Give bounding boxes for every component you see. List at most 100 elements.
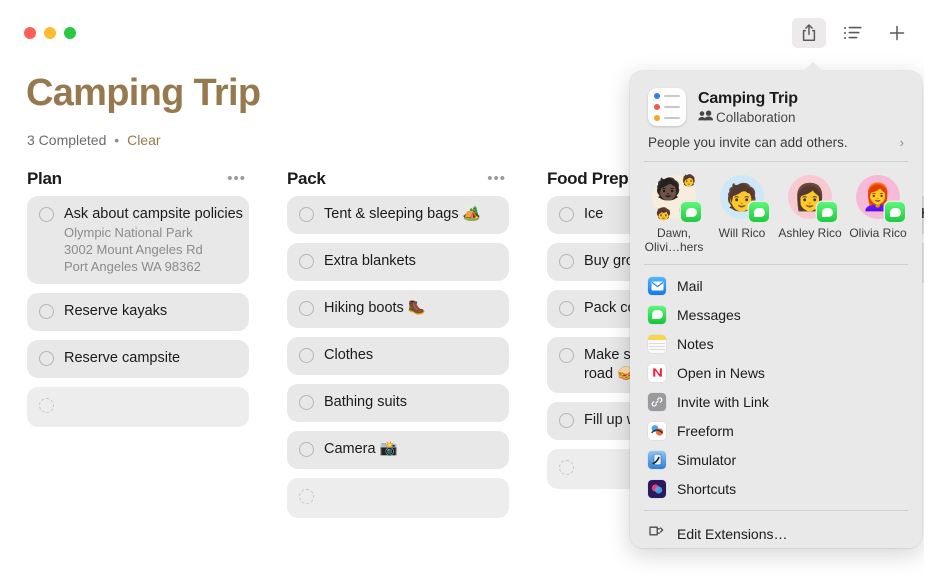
messages-badge-icon	[749, 202, 769, 222]
participant[interactable]: 👩‍🦰 Olivia Rico	[846, 175, 910, 254]
reminder-checkbox[interactable]	[559, 413, 574, 428]
participant-name: Ashley Rico	[778, 226, 842, 240]
reminder-list: Tent & sleeping bags 🏕️ Extra blankets Hik…	[268, 196, 528, 518]
reminder-item[interactable]: Bathing suits	[287, 384, 509, 422]
popover-arrow	[802, 62, 824, 72]
share-menu-item-messages[interactable]: Messages	[630, 300, 922, 329]
column-more-button[interactable]: •••	[487, 171, 506, 186]
toolbar	[792, 18, 914, 48]
messages-badge-icon	[681, 202, 701, 222]
traffic-lights	[24, 27, 76, 39]
popover-title: Camping Trip	[698, 89, 798, 107]
reminder-body: Reserve campsite	[64, 349, 180, 368]
share-menu-item-shortcuts[interactable]: Shortcuts	[630, 474, 922, 503]
add-button[interactable]	[880, 18, 914, 48]
reminder-body: Tent & sleeping bags 🏕️	[324, 205, 481, 224]
reminder-item[interactable]: Ask about campsite policies Olympic Natio…	[27, 196, 249, 284]
new-reminder-row[interactable]	[287, 478, 509, 518]
share-menu-item-label: Open in News	[677, 364, 765, 381]
reminder-body: Camera 📸	[324, 440, 398, 459]
share-menu-item-simulator[interactable]: Simulator	[630, 445, 922, 474]
column-header: Pack •••	[268, 161, 528, 196]
avatar[interactable]: 👩	[788, 175, 837, 222]
link-icon	[648, 392, 666, 411]
share-menu-item-open-in-news[interactable]: Open in News	[630, 358, 922, 387]
reminder-item[interactable]: Reserve kayaks	[27, 293, 249, 331]
avatar[interactable]: 🧑🏿🧑🧒👩	[652, 175, 701, 222]
reminder-checkbox[interactable]	[299, 254, 314, 269]
participant[interactable]: 🧑 Will Rico	[710, 175, 774, 254]
people-icon	[698, 110, 714, 125]
share-menu-item-freeform[interactable]: Freeform	[630, 416, 922, 445]
reminder-item[interactable]: Camera 📸	[287, 431, 509, 469]
share-menu-item-label: Freeform	[677, 422, 734, 439]
column-title: Food Prep	[547, 168, 629, 188]
column-more-button[interactable]: •••	[227, 171, 246, 186]
extensions-icon	[648, 523, 666, 544]
reminder-checkbox[interactable]	[559, 460, 574, 475]
reminder-item[interactable]: Clothes	[287, 337, 509, 375]
reminder-checkbox[interactable]	[559, 301, 574, 316]
participant[interactable]: 👩 Ashley Rico	[778, 175, 842, 254]
reminder-checkbox[interactable]	[559, 348, 574, 363]
reminder-item[interactable]: Tent & sleeping bags 🏕️	[287, 196, 509, 234]
clear-button[interactable]: Clear	[127, 132, 160, 148]
new-reminder-row[interactable]	[27, 387, 249, 427]
chevron-right-icon: ›	[899, 135, 904, 150]
reminder-title: Ask about campsite policies	[64, 206, 243, 222]
reminder-note: 3002 Mount Angeles Rd	[64, 242, 203, 257]
participant-name: Dawn, Olivi…hers	[644, 226, 704, 254]
close-button[interactable]	[24, 27, 36, 39]
share-menu-item-invite-with-link[interactable]: Invite with Link	[630, 387, 922, 416]
participant[interactable]: 🧑🏿🧑🧒👩 Dawn, Olivi…hers	[642, 175, 706, 254]
avatar[interactable]: 🧑	[720, 175, 769, 222]
reminder-checkbox[interactable]	[559, 254, 574, 269]
column-title: Plan	[27, 168, 62, 188]
list-view-button[interactable]	[836, 18, 870, 48]
share-menu-item-label: Simulator	[677, 451, 737, 468]
edit-extensions-item[interactable]: Edit Extensions…	[630, 519, 922, 548]
reminder-checkbox[interactable]	[559, 207, 574, 222]
reminder-checkbox[interactable]	[299, 395, 314, 410]
reminder-title: Hiking boots 🥾	[324, 300, 426, 316]
share-menu-item-notes[interactable]: Notes	[630, 329, 922, 358]
reminder-checkbox[interactable]	[299, 489, 314, 504]
reminder-title: Clothes	[324, 347, 374, 363]
reminder-item[interactable]: Extra blankets	[287, 243, 509, 281]
list-bullet-icon	[843, 24, 863, 42]
reminder-body: Hiking boots 🥾	[324, 299, 426, 318]
status-separator: •	[114, 132, 120, 148]
avatar[interactable]: 👩‍🦰	[856, 175, 905, 222]
reminder-checkbox[interactable]	[39, 398, 54, 413]
list-status: 3 Completed • Clear	[27, 132, 161, 148]
minimize-button[interactable]	[44, 27, 56, 39]
reminder-checkbox[interactable]	[299, 442, 314, 457]
reminders-app-icon	[648, 88, 686, 126]
reminder-checkbox[interactable]	[299, 301, 314, 316]
reminder-body: Clothes	[324, 346, 373, 365]
messages-badge-icon	[885, 202, 905, 222]
reminder-list: Ask about campsite policies Olympic Natio…	[8, 196, 268, 427]
reminder-checkbox[interactable]	[39, 304, 54, 319]
popover-header: Camping Trip Collaboration	[630, 71, 922, 126]
participant-name: Will Rico	[718, 226, 766, 240]
share-menu-item-label: Mail	[677, 277, 703, 294]
reminder-checkbox[interactable]	[39, 351, 54, 366]
column-plan: Plan ••• Ask about campsite policies Olympi…	[8, 161, 268, 580]
share-menu-item-mail[interactable]: Mail	[630, 271, 922, 300]
reminder-item[interactable]: Reserve campsite	[27, 340, 249, 378]
reminder-checkbox[interactable]	[299, 207, 314, 222]
reminder-title: Tent & sleeping bags 🏕️	[324, 206, 481, 222]
share-button[interactable]	[792, 18, 826, 48]
reminder-body: Ask about campsite policies Olympic Natio…	[64, 205, 243, 275]
reminder-body: Bathing suits	[324, 393, 407, 412]
reminder-checkbox[interactable]	[299, 348, 314, 363]
reminder-title: Reserve campsite	[64, 350, 181, 366]
news-app-icon	[648, 363, 666, 382]
popover-subtitle-row: Collaboration	[698, 110, 798, 125]
reminder-checkbox[interactable]	[39, 207, 54, 222]
reminder-item[interactable]: Hiking boots 🥾	[287, 290, 509, 328]
zoom-button[interactable]	[64, 27, 76, 39]
invite-permissions-row[interactable]: People you invite can add others. ›	[630, 126, 922, 161]
messages-badge-icon	[817, 202, 837, 222]
